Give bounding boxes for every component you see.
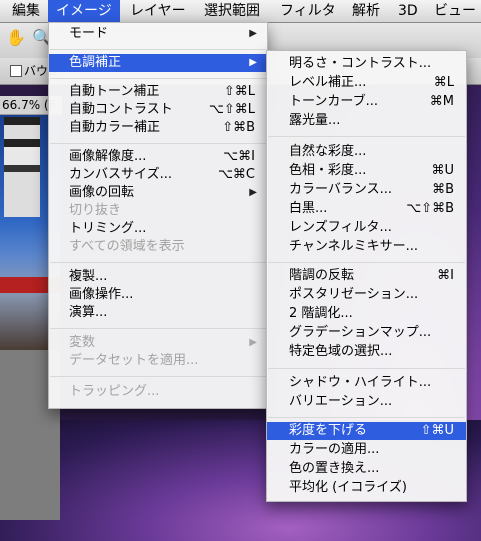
submenu-arrow-icon: ▶	[249, 187, 257, 198]
menu-item-calculations[interactable]: 演算...	[49, 304, 267, 322]
adjustments-submenu: 明るさ・コントラスト... レベル補正... ⌘L トーンカーブ... ⌘M 露…	[266, 50, 467, 502]
menu-item-apply-image[interactable]: 画像操作...	[49, 286, 267, 304]
menu-separator	[50, 143, 266, 144]
menu-item-levels[interactable]: レベル補正... ⌘L	[267, 74, 466, 92]
menubar-view[interactable]: ビュー	[426, 0, 481, 22]
menu-item-exposure[interactable]: 露光量...	[267, 112, 466, 130]
canvas-image-castle	[4, 117, 40, 217]
menu-item-auto-tone[interactable]: 自動トーン補正 ⇧⌘L	[49, 83, 267, 101]
menu-item-image-rotation[interactable]: 画像の回転 ▶	[49, 184, 267, 202]
menu-separator	[50, 49, 266, 50]
menu-item-photo-filter[interactable]: レンズフィルタ...	[267, 219, 466, 237]
menubar-select[interactable]: 選択範囲	[196, 0, 268, 22]
menu-separator	[268, 417, 465, 418]
menu-separator	[50, 376, 266, 377]
menu-item-match-color[interactable]: カラーの適用...	[267, 441, 466, 459]
menu-item-color-balance[interactable]: カラーバランス... ⌘B	[267, 181, 466, 199]
menu-item-equalize[interactable]: 平均化 (イコライズ)	[267, 479, 466, 497]
menu-item-invert[interactable]: 階調の反転 ⌘I	[267, 267, 466, 285]
menu-item-selective-color[interactable]: 特定色域の選択...	[267, 343, 466, 361]
menu-item-trap[interactable]: トラッピング...	[49, 383, 267, 401]
menu-item-adjustments[interactable]: 色調補正 ▶	[49, 54, 267, 72]
menu-separator	[50, 78, 266, 79]
hand-tool-icon[interactable]: ✋	[6, 28, 26, 47]
menu-item-variables[interactable]: 変数 ▶	[49, 334, 267, 352]
submenu-arrow-icon: ▶	[249, 28, 257, 39]
menu-item-channel-mixer[interactable]: チャンネルミキサー...	[267, 238, 466, 256]
menu-item-gradient-map[interactable]: グラデーションマップ...	[267, 324, 466, 342]
menu-item-image-size[interactable]: 画像解像度... ⌥⌘I	[49, 148, 267, 166]
menu-item-hue-saturation[interactable]: 色相・彩度... ⌘U	[267, 162, 466, 180]
menu-item-crop[interactable]: 切り抜き	[49, 202, 267, 220]
menu-separator	[268, 368, 465, 369]
menu-separator	[268, 262, 465, 263]
menu-item-brightness-contrast[interactable]: 明るさ・コントラスト...	[267, 55, 466, 73]
checkbox[interactable]	[10, 65, 22, 77]
menu-separator	[268, 136, 465, 137]
image-menu: モード ▶ 色調補正 ▶ 自動トーン補正 ⇧⌘L 自動コントラスト ⌥⇧⌘L 自…	[48, 22, 268, 409]
menu-item-posterize[interactable]: ポスタリゼーション...	[267, 286, 466, 304]
menu-item-canvas-size[interactable]: カンバスサイズ... ⌥⌘C	[49, 166, 267, 184]
menu-item-shadows-highlights[interactable]: シャドウ・ハイライト...	[267, 374, 466, 392]
menu-item-mode[interactable]: モード ▶	[49, 25, 267, 43]
submenu-arrow-icon: ▶	[249, 57, 257, 68]
menu-item-black-white[interactable]: 白黒... ⌥⇧⌘B	[267, 200, 466, 218]
menu-separator	[50, 328, 266, 329]
menu-item-reveal-all[interactable]: すべての領域を表示	[49, 238, 267, 256]
menubar-3d[interactable]: 3D	[390, 0, 426, 22]
menu-item-auto-contrast[interactable]: 自動コントラスト ⌥⇧⌘L	[49, 101, 267, 119]
menu-item-replace-color[interactable]: 色の置き換え...	[267, 460, 466, 478]
menu-item-vibrance[interactable]: 自然な彩度...	[267, 143, 466, 161]
menu-item-apply-data-set[interactable]: データセットを適用...	[49, 352, 267, 370]
submenu-arrow-icon: ▶	[249, 337, 257, 348]
menubar-layer[interactable]: レイヤー	[122, 0, 194, 22]
menu-separator	[50, 262, 266, 263]
menubar: 編集 イメージ レイヤー 選択範囲 フィルタ 解析 3D ビュー	[0, 0, 481, 23]
menubar-edit[interactable]: 編集	[4, 0, 48, 22]
menu-item-auto-color[interactable]: 自動カラー補正 ⇧⌘B	[49, 119, 267, 137]
menubar-analysis[interactable]: 解析	[344, 0, 388, 22]
menubar-image[interactable]: イメージ	[48, 0, 120, 22]
menu-item-variations[interactable]: バリエーション...	[267, 393, 466, 411]
menubar-filter[interactable]: フィルタ	[272, 0, 344, 22]
menu-item-threshold[interactable]: 2 階調化...	[267, 305, 466, 323]
menu-item-duplicate[interactable]: 複製...	[49, 268, 267, 286]
menu-item-trim[interactable]: トリミング...	[49, 220, 267, 238]
menu-item-curves[interactable]: トーンカーブ... ⌘M	[267, 93, 466, 111]
menu-item-desaturate[interactable]: 彩度を下げる ⇧⌘U	[267, 422, 466, 440]
